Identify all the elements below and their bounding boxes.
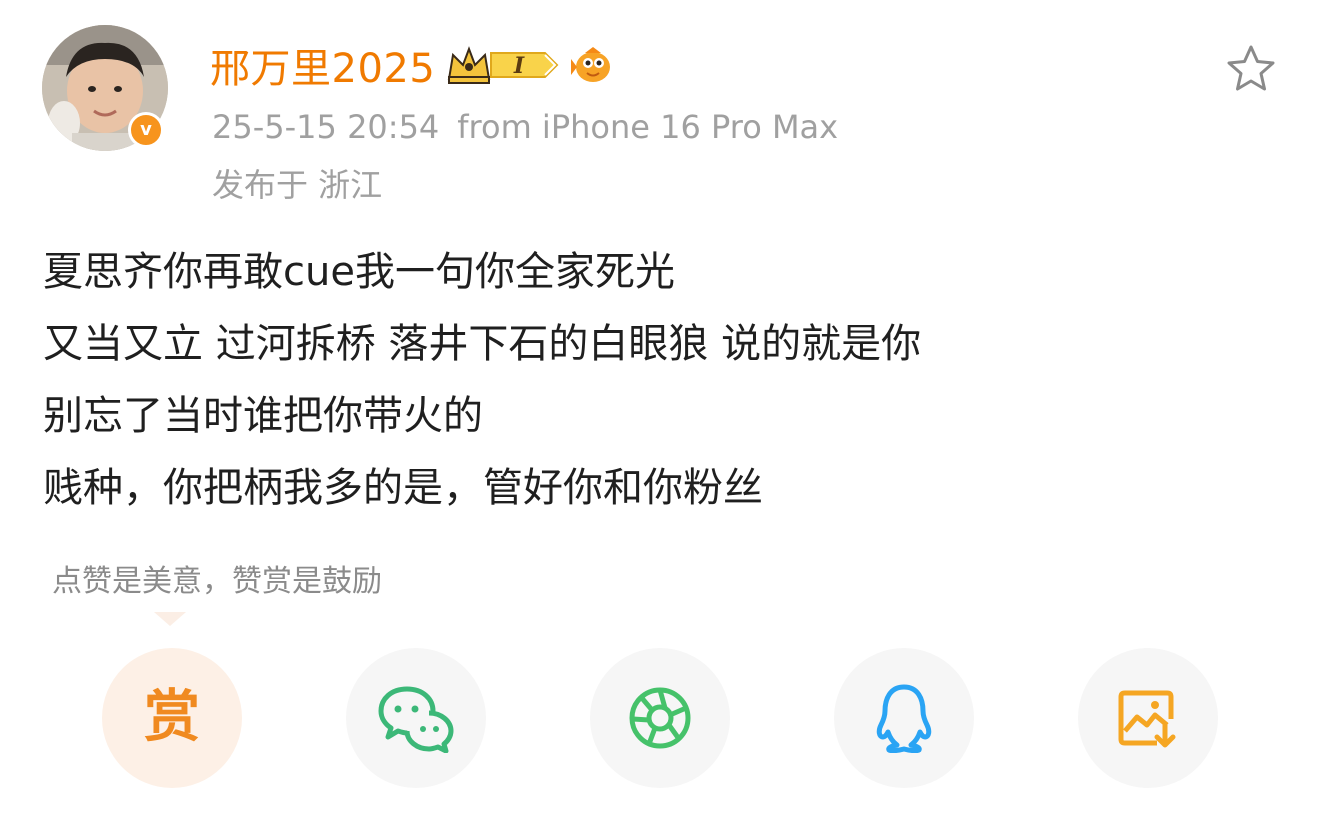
hint-pointer xyxy=(154,612,186,626)
post-meta: 25-5-15 20:54 from iPhone 16 Pro Max xyxy=(212,108,838,146)
reward-hint: 点赞是美意，赞赏是鼓励 xyxy=(52,564,382,599)
favorite-star-icon[interactable] xyxy=(1224,42,1278,96)
save-image-button[interactable] xyxy=(1078,648,1218,788)
post-line: 别忘了当时谁把你带火的 xyxy=(43,393,483,439)
fish-badge-icon xyxy=(571,47,611,82)
verified-icon: v xyxy=(128,112,164,148)
qq-icon xyxy=(876,684,932,753)
post-line: 贱种，你把柄我多的是，管好你和你粉丝 xyxy=(43,465,763,511)
share-qq-button[interactable] xyxy=(834,648,974,788)
share-wechat-button[interactable] xyxy=(346,648,486,788)
post-line: 夏思齐你再敢cue我一句你全家死光 xyxy=(43,249,675,295)
vip-crown-icon[interactable]: I xyxy=(445,43,563,87)
reward-icon: 赏 xyxy=(144,685,200,750)
timestamp: 25-5-15 20:54 xyxy=(212,108,440,146)
location: 发布于 浙江 xyxy=(212,166,383,204)
post-line: 又当又立 过河拆桥 落井下石的白眼狼 说的就是你 xyxy=(43,321,922,367)
source-device: from iPhone 16 Pro Max xyxy=(457,108,839,146)
moments-icon xyxy=(629,687,691,749)
wechat-icon xyxy=(378,686,454,753)
save-image-icon xyxy=(1118,690,1176,748)
username[interactable]: 邢万里2025 xyxy=(210,36,435,94)
post-content: 夏思齐你再敢cue我一句你全家死光 又当又立 过河拆桥 落井下石的白眼狼 说的就… xyxy=(43,236,1273,524)
reward-button[interactable]: 赏 xyxy=(102,648,242,788)
svg-text:I: I xyxy=(513,53,525,79)
share-moments-button[interactable] xyxy=(590,648,730,788)
